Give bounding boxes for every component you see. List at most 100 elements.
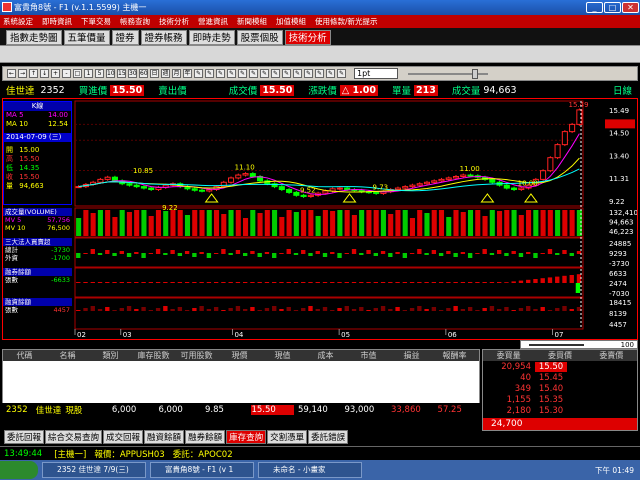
bottom-tab[interactable]: 融券餘額	[185, 430, 226, 444]
close-button[interactable]: ✕	[622, 2, 639, 13]
bottom-tab[interactable]: 融資餘額	[144, 430, 185, 444]
candle-body	[293, 191, 300, 196]
bottom-tab[interactable]: 委託錯誤	[308, 430, 349, 444]
toolbar-button[interactable]: +	[51, 69, 60, 78]
chart-zoom-bar[interactable]: 100	[520, 340, 638, 349]
toolbar-button[interactable]: 5	[95, 69, 104, 78]
period-select[interactable]: 1pt	[354, 68, 398, 79]
toolbar-button[interactable]: ✎	[304, 69, 313, 78]
column-header[interactable]: 現價	[218, 350, 261, 361]
toolbar-button[interactable]: ✎	[238, 69, 247, 78]
column-header[interactable]: 類別	[89, 350, 132, 361]
bottom-tab[interactable]: 綜合交易查詢	[45, 430, 103, 444]
toolbar-button[interactable]: ✎	[282, 69, 291, 78]
bottom-tab[interactable]: 成交回報	[103, 430, 144, 444]
splitter-bar[interactable]	[0, 45, 640, 63]
menu-item[interactable]: 即時資訊	[42, 16, 72, 27]
toolbar-button[interactable]: 15	[117, 69, 126, 78]
tab-realtime-trend[interactable]: 即時走勢	[188, 30, 235, 45]
toolbar-button[interactable]: ✎	[227, 69, 236, 78]
margin-bar	[235, 282, 241, 283]
column-header[interactable]: 報酬率	[433, 350, 476, 361]
menu-item[interactable]: 加值模組	[276, 16, 306, 27]
toolbar-button[interactable]: □	[73, 69, 82, 78]
module-tabs: 指數走勢圖 五筆價量 證券 證券帳務 即時走勢 股票個股 技術分析	[0, 28, 640, 45]
toolbar-button[interactable]: ✎	[293, 69, 302, 78]
taskbar-item[interactable]: 未命名 - 小畫家	[258, 462, 362, 478]
column-header[interactable]: 現值	[261, 350, 304, 361]
tab-securities-account[interactable]: 證券帳務	[140, 30, 187, 45]
taskbar-item[interactable]: 富貴角8號 - F1 (v 1	[150, 462, 254, 478]
toolbar-button[interactable]: ✎	[205, 69, 214, 78]
toolbar-button[interactable]: ✎	[337, 69, 346, 78]
toolbar-button[interactable]: 年	[183, 69, 192, 78]
chart-canvas[interactable]: 10.85 11.10 9.52 9.73 11.00 10.00 9.22 15.49 15.…	[3, 99, 638, 339]
tab-technical-analysis[interactable]: 技術分析	[284, 30, 331, 45]
menu-item[interactable]: 新聞模組	[237, 16, 267, 27]
financing-bar	[330, 310, 335, 311]
toolbar-button[interactable]: ✎	[315, 69, 324, 78]
institutional-bar	[315, 251, 320, 254]
book-row[interactable]: 1,155 15.35	[483, 394, 637, 405]
toolbar-button[interactable]: 日	[150, 69, 159, 78]
candle-body	[452, 175, 460, 179]
financing-bar	[489, 306, 495, 311]
toolbar-button[interactable]: ✎	[271, 69, 280, 78]
chart-area[interactable]: 10.85 11.10 9.52 9.73 11.00 10.00 9.22 15.49 15.…	[2, 98, 638, 340]
column-header[interactable]: 成本	[304, 350, 347, 361]
column-header[interactable]: 可用股數	[175, 350, 218, 361]
toolbar-button[interactable]: 30	[128, 69, 137, 78]
menu-item[interactable]: 系統設定	[3, 16, 33, 27]
tab-index-trend[interactable]: 指數走勢圖	[6, 30, 62, 45]
institutional-header: 三大法人買賣超	[3, 238, 72, 246]
maximize-button[interactable]: □	[604, 2, 621, 13]
toolbar-button[interactable]: 60	[139, 69, 148, 78]
menu-item[interactable]: 技術分析	[159, 16, 189, 27]
financing-bar	[264, 308, 270, 311]
toolbar-button[interactable]: ←	[7, 69, 16, 78]
volume-info-panel: 成交量(VOLUME) MV 5 57,756 MV 10 76,500	[3, 208, 72, 232]
toolbar-button[interactable]: ↑	[29, 69, 38, 78]
menu-item[interactable]: 營進資訊	[198, 16, 228, 27]
toolbar-button[interactable]: ✎	[194, 69, 203, 78]
tab-stock[interactable]: 股票個股	[236, 30, 283, 45]
book-row[interactable]: 20,954 15.50	[483, 361, 637, 372]
minimize-button[interactable]: _	[586, 2, 603, 13]
slider-thumb[interactable]	[472, 68, 478, 79]
book-row[interactable]: 2,180 15.30	[483, 405, 637, 416]
toolbar-button[interactable]: 週	[161, 69, 170, 78]
bottom-tab[interactable]: 交割憑單	[267, 430, 308, 444]
table-row[interactable]: 2352 佳世達 現股 6,000 6,000 9.85 15.50 59,140 93,000…	[2, 403, 480, 417]
volume-bar	[206, 210, 212, 236]
column-header[interactable]: 庫存股數	[132, 350, 175, 361]
book-row[interactable]: 349 15.40	[483, 383, 637, 394]
toolbar-button[interactable]: →	[18, 69, 27, 78]
column-header[interactable]: 名稱	[46, 350, 89, 361]
toolbar-button[interactable]: 月	[172, 69, 181, 78]
zoom-slider[interactable]	[408, 68, 488, 79]
volume-bar	[192, 210, 198, 236]
menu-item[interactable]: 下單交易	[81, 16, 111, 27]
tab-five-levels[interactable]: 五筆價量	[63, 30, 110, 45]
book-row[interactable]: 40 15.45	[483, 372, 637, 383]
menu-item[interactable]: 使用條款/新光提示	[315, 16, 378, 27]
column-header[interactable]: 損益	[390, 350, 433, 361]
bottom-tab[interactable]: 委託回報	[4, 430, 45, 444]
taskbar-item[interactable]: 2352 佳世達 7/9(三)	[42, 462, 146, 478]
toolbar-button[interactable]: 1	[84, 69, 93, 78]
tab-securities[interactable]: 證券	[111, 30, 139, 45]
column-header[interactable]: 市值	[347, 350, 390, 361]
toolbar-button[interactable]: ↓	[40, 69, 49, 78]
zoom-track[interactable]	[529, 343, 584, 346]
toolbar-button[interactable]: ✎	[249, 69, 258, 78]
toolbar-button[interactable]: ✎	[326, 69, 335, 78]
toolbar-button[interactable]: -	[62, 69, 71, 78]
toolbar-button[interactable]: ✎	[260, 69, 269, 78]
menu-item[interactable]: 帳務查詢	[120, 16, 150, 27]
volume-bar	[163, 211, 169, 236]
start-button[interactable]	[0, 461, 38, 479]
bottom-tab[interactable]: 庫存查詢	[226, 430, 267, 444]
column-header[interactable]: 代碼	[3, 350, 46, 361]
toolbar-button[interactable]: ✎	[216, 69, 225, 78]
toolbar-button[interactable]: 10	[106, 69, 115, 78]
